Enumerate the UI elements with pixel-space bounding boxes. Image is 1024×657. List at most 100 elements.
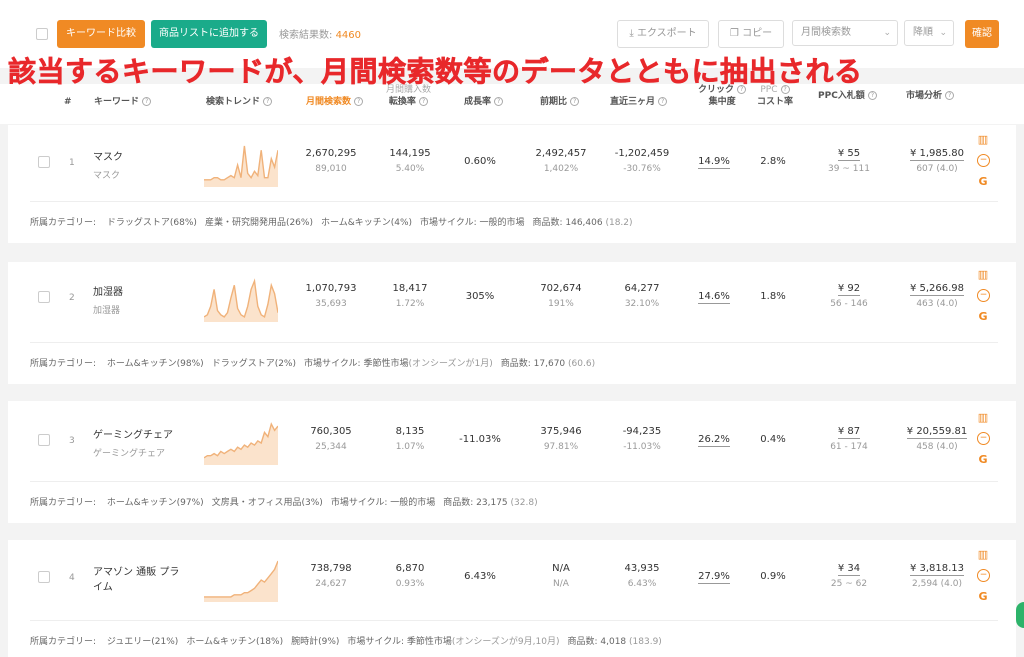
row-divider	[30, 481, 998, 482]
google-icon[interactable]: G	[976, 310, 990, 324]
floating-chat-tab[interactable]	[1016, 602, 1024, 628]
market-analysis-cell[interactable]: ¥ 3,818.13 2,594 (4.0)	[896, 563, 978, 589]
sparkline-area	[204, 561, 278, 602]
click-concentration-cell[interactable]: 26.2%	[692, 434, 736, 447]
google-icon[interactable]: G	[976, 453, 990, 467]
market-analysis-cell[interactable]: ¥ 1,985.80 607 (4.0)	[896, 148, 978, 174]
ppc-cost-cell: 0.4%	[760, 434, 786, 445]
confirm-button[interactable]: 確認	[965, 20, 999, 48]
keyword-cell[interactable]: マスク マスク	[93, 148, 188, 181]
ppc-bid-cell[interactable]: ¥ 34 25 ~ 62	[816, 563, 882, 589]
minus-circle-icon[interactable]: −	[977, 154, 990, 167]
market-analysis-cell[interactable]: ¥ 5,266.98 463 (4.0)	[896, 283, 978, 309]
mom-cell: 375,946 97.81%	[540, 426, 582, 452]
minus-circle-icon[interactable]: −	[977, 432, 990, 445]
recent3-cell: -94,235 -11.03%	[622, 426, 662, 452]
category-item: 商品数: 4,018	[567, 637, 630, 647]
growth-cell: -11.03%	[459, 434, 501, 445]
google-icon[interactable]: G	[976, 590, 990, 604]
table-header: # キーワード ? 検索トレンド ? 月間検索数 ? 月間購入数 転換率 ? 成長…	[0, 84, 1024, 124]
keyword-cell[interactable]: ゲーミングチェア ゲーミングチェア	[93, 426, 188, 459]
category-item: 産業・研究開発用品(26%)	[204, 218, 313, 228]
search-trend-sparkline	[204, 560, 278, 602]
col-market[interactable]: 市場分析 ?	[906, 90, 955, 102]
recent3-cell: 43,935 6.43%	[624, 563, 660, 589]
growth-cell: 305%	[465, 291, 495, 302]
keyword-text[interactable]: アマゾン 通販 プライム	[93, 567, 179, 593]
col-recent3[interactable]: 直近三ヶ月 ?	[610, 96, 668, 108]
col-monthly-search[interactable]: 月間検索数 ?	[306, 96, 364, 108]
copy-icon: ❐	[729, 28, 739, 39]
row-checkbox[interactable]	[38, 434, 50, 446]
help-icon: ?	[867, 91, 877, 100]
row-index: 3	[69, 436, 75, 446]
row-checkbox[interactable]	[38, 571, 50, 583]
keyword-card: 3 ゲーミングチェア ゲーミングチェア 760,305 25,344 8,135 1…	[8, 401, 1016, 523]
category-item: 商品数: 17,670	[500, 359, 569, 369]
sparkline-area	[204, 146, 278, 187]
conversion-cell: 18,417 1.72%	[392, 283, 428, 309]
keyword-text[interactable]: マスク	[93, 152, 123, 163]
google-icon[interactable]: G	[976, 175, 990, 189]
conversion-cell: 8,135 1.07%	[395, 426, 425, 452]
ppc-bid-cell[interactable]: ¥ 87 61 - 174	[816, 426, 882, 452]
category-item: (60.6)	[568, 359, 596, 369]
col-mom[interactable]: 前期比 ?	[540, 96, 580, 108]
help-icon: ?	[354, 97, 364, 106]
market-analysis-cell[interactable]: ¥ 20,559.81 458 (4.0)	[896, 426, 978, 452]
ppc-bid-cell[interactable]: ¥ 92 56 - 146	[816, 283, 882, 309]
bar-chart-icon[interactable]: ▥	[976, 268, 990, 282]
help-icon: ?	[419, 97, 429, 106]
ppc-bid-cell[interactable]: ¥ 55 39 ~ 111	[816, 148, 882, 174]
sort-order-select[interactable]: 降順 ⌄	[904, 20, 954, 46]
category-item: (オンシーズンが9月,10月)	[451, 637, 560, 647]
export-button[interactable]: ⤓ エクスポート	[617, 20, 709, 48]
col-growth[interactable]: 成長率 ?	[464, 96, 504, 108]
mom-cell: N/A N/A	[552, 563, 570, 589]
help-icon: ?	[494, 97, 504, 106]
minus-circle-icon[interactable]: −	[977, 289, 990, 302]
keyword-cell[interactable]: 加湿器 加湿器	[93, 283, 188, 316]
select-all-checkbox[interactable]	[36, 28, 48, 40]
growth-cell: 0.60%	[464, 156, 496, 167]
help-icon: ?	[263, 97, 273, 106]
add-to-product-list-button[interactable]: 商品リストに追加する	[151, 20, 267, 48]
mom-cell: 2,492,457 1,402%	[535, 148, 587, 174]
minus-circle-icon[interactable]: −	[977, 569, 990, 582]
row-divider	[30, 201, 998, 202]
growth-cell: 6.43%	[464, 571, 496, 582]
row-index: 4	[69, 573, 75, 583]
sort-field-select[interactable]: 月間検索数 ⌄	[792, 20, 898, 46]
bar-chart-icon[interactable]: ▥	[976, 411, 990, 425]
copy-button[interactable]: ❐ コピー	[718, 20, 784, 48]
click-concentration-cell[interactable]: 27.9%	[692, 571, 736, 584]
col-ppc-bid[interactable]: PPC入札額 ?	[818, 90, 877, 102]
click-concentration-cell[interactable]: 14.9%	[692, 156, 736, 169]
row-divider	[30, 342, 998, 343]
category-item: ジュエリー(21%)	[106, 637, 179, 647]
row-checkbox[interactable]	[38, 156, 50, 168]
keyword-translation: 加湿器	[93, 306, 121, 316]
category-item: 市場サイクル: 季節性市場	[304, 359, 409, 369]
keyword-text[interactable]: ゲーミングチェア	[93, 430, 173, 441]
annotation-banner: 該当するキーワードが、月間検索数等のデータとともに抽出される	[8, 55, 863, 89]
bar-chart-icon[interactable]: ▥	[976, 133, 990, 147]
monthly-search-cell: 760,305 25,344	[310, 426, 352, 452]
bar-chart-icon[interactable]: ▥	[976, 548, 990, 562]
keyword-text[interactable]: 加湿器	[93, 287, 123, 298]
col-trend[interactable]: 検索トレンド ?	[206, 96, 273, 108]
ppc-cost-cell: 0.9%	[760, 571, 786, 582]
col-keyword[interactable]: キーワード ?	[94, 96, 152, 108]
row-checkbox[interactable]	[38, 291, 50, 303]
sparkline-area	[204, 281, 278, 322]
keyword-compare-button[interactable]: キーワード比較	[57, 20, 145, 48]
keyword-cell[interactable]: アマゾン 通販 プライム	[93, 563, 188, 598]
help-icon: ?	[570, 97, 580, 106]
search-trend-sparkline	[204, 145, 278, 187]
monthly-search-cell: 1,070,793 35,693	[305, 283, 357, 309]
click-concentration-cell[interactable]: 14.6%	[692, 291, 736, 304]
recent3-cell: -1,202,459 -30.76%	[614, 148, 670, 174]
category-item: 市場サイクル: 一般的市場	[330, 498, 436, 508]
category-item: ホーム&キッチン(97%)	[106, 498, 204, 508]
category-line: 所属カテゴリー: ジュエリー(21%) ホーム&キッチン(18%) 腕時計(9%) 市…	[30, 634, 670, 647]
